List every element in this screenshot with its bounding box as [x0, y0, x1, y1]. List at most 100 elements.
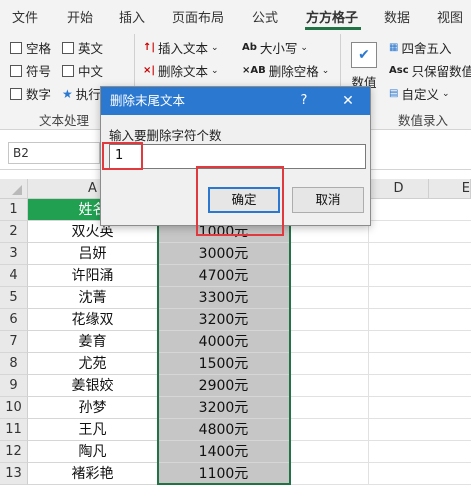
- menu-home[interactable]: 开始: [67, 7, 93, 26]
- row-header[interactable]: 9: [0, 375, 28, 397]
- row-header[interactable]: 2: [0, 221, 28, 243]
- cell-empty[interactable]: [289, 397, 369, 419]
- row-header[interactable]: 6: [0, 309, 28, 331]
- case-button[interactable]: Ab 大小写 ⌄: [242, 38, 308, 57]
- cell-name[interactable]: 姜银姣: [28, 375, 158, 397]
- row-header[interactable]: 4: [0, 265, 28, 287]
- menu-page-layout[interactable]: 页面布局: [172, 7, 224, 26]
- execute-label: 执行: [75, 87, 101, 102]
- char-count-input[interactable]: 1: [109, 144, 366, 169]
- star-icon: ★: [62, 86, 73, 101]
- delete-text-button[interactable]: ×| 删除文本 ⌄: [143, 61, 219, 80]
- row-header[interactable]: 11: [0, 419, 28, 441]
- cell-empty[interactable]: [289, 441, 369, 463]
- cell-empty[interactable]: [369, 243, 471, 265]
- insert-text-button[interactable]: ↑| 插入文本 ⌄: [143, 38, 219, 57]
- cell-amount[interactable]: 4000元: [158, 331, 289, 353]
- check-chinese[interactable]: 中文: [62, 61, 103, 80]
- menu-insert[interactable]: 插入: [119, 7, 145, 26]
- cell-amount[interactable]: 2900元: [158, 375, 289, 397]
- column-header-e[interactable]: E: [429, 179, 471, 199]
- checkbox-icon: [10, 87, 22, 100]
- cell-empty[interactable]: [289, 331, 369, 353]
- delete-space-button[interactable]: ×AB 删除空格 ⌄: [242, 61, 329, 80]
- cell-name[interactable]: 许阳涌: [28, 265, 158, 287]
- row-header[interactable]: 7: [0, 331, 28, 353]
- cell-name[interactable]: 吕妍: [28, 243, 158, 265]
- cell-amount[interactable]: 3000元: [158, 243, 289, 265]
- cell-empty[interactable]: [289, 243, 369, 265]
- cell-empty[interactable]: [289, 419, 369, 441]
- check-number[interactable]: 数字: [10, 84, 51, 103]
- numeric-button[interactable]: ✔ 数值: [347, 42, 381, 91]
- cell-empty[interactable]: [369, 375, 471, 397]
- cell-amount[interactable]: 3200元: [158, 397, 289, 419]
- check-symbol[interactable]: 符号: [10, 61, 51, 80]
- menu-fangfang[interactable]: 方方格子: [306, 7, 358, 26]
- menu-formulas[interactable]: 公式: [252, 7, 278, 26]
- cell-empty[interactable]: [369, 419, 471, 441]
- cell-empty[interactable]: [369, 199, 471, 221]
- close-button[interactable]: ✕: [338, 87, 358, 115]
- name-box[interactable]: B2: [8, 142, 100, 164]
- cancel-button[interactable]: 取消: [292, 187, 364, 213]
- row-header[interactable]: 5: [0, 287, 28, 309]
- cell-empty[interactable]: [369, 397, 471, 419]
- check-english[interactable]: 英文: [62, 38, 103, 57]
- row-header[interactable]: 13: [0, 463, 28, 485]
- help-button[interactable]: ?: [298, 87, 310, 115]
- cell-empty[interactable]: [369, 331, 471, 353]
- menu-file[interactable]: 文件: [12, 7, 38, 26]
- cell-empty[interactable]: [369, 463, 471, 485]
- round-icon: ▦: [389, 42, 399, 53]
- cell-name[interactable]: 尤苑: [28, 353, 158, 375]
- custom-button[interactable]: ▤ 自定义 ⌄: [389, 84, 450, 103]
- cell-empty[interactable]: [289, 463, 369, 485]
- row-header[interactable]: 1: [0, 199, 28, 221]
- cell-empty[interactable]: [369, 221, 471, 243]
- chevron-down-icon: ⌄: [441, 88, 450, 99]
- check-space[interactable]: 空格: [10, 38, 51, 57]
- cell-empty[interactable]: [369, 309, 471, 331]
- cell-empty[interactable]: [369, 287, 471, 309]
- ok-button[interactable]: 确定: [208, 187, 280, 213]
- cell-empty[interactable]: [289, 353, 369, 375]
- cell-amount[interactable]: 1500元: [158, 353, 289, 375]
- cell-name[interactable]: 陶凡: [28, 441, 158, 463]
- row-header[interactable]: 12: [0, 441, 28, 463]
- cell-empty[interactable]: [369, 441, 471, 463]
- cell-name[interactable]: 姜育: [28, 331, 158, 353]
- cell-empty[interactable]: [289, 287, 369, 309]
- cell-amount[interactable]: 3300元: [158, 287, 289, 309]
- cell-name[interactable]: 花缘双: [28, 309, 158, 331]
- row-header[interactable]: 8: [0, 353, 28, 375]
- cell-amount[interactable]: 1100元: [158, 463, 289, 485]
- menu-data[interactable]: 数据: [384, 7, 410, 26]
- cell-amount[interactable]: 1400元: [158, 441, 289, 463]
- cell-empty[interactable]: [289, 265, 369, 287]
- group-label-numeric: 数值录入: [398, 113, 449, 128]
- check-english-label: 英文: [78, 41, 104, 56]
- cell-empty[interactable]: [369, 265, 471, 287]
- cell-amount[interactable]: 4700元: [158, 265, 289, 287]
- row-header[interactable]: 10: [0, 397, 28, 419]
- cell-empty[interactable]: [289, 375, 369, 397]
- cell-empty[interactable]: [289, 309, 369, 331]
- select-all-corner[interactable]: [0, 179, 28, 199]
- cell-name[interactable]: 褚彩艳: [28, 463, 158, 485]
- cell-amount[interactable]: 3200元: [158, 309, 289, 331]
- row-header[interactable]: 3: [0, 243, 28, 265]
- delete-text-label: 删除文本: [158, 64, 209, 79]
- cell-amount[interactable]: 4800元: [158, 419, 289, 441]
- execute-button[interactable]: ★ 执行: [62, 84, 101, 103]
- delete-text-icon: ×|: [143, 65, 156, 76]
- cell-name[interactable]: 沈菁: [28, 287, 158, 309]
- keep-numeric-button[interactable]: Asc 只保留数值: [389, 61, 471, 80]
- menu-view[interactable]: 视图: [437, 7, 463, 26]
- cell-empty[interactable]: [369, 353, 471, 375]
- cell-name[interactable]: 王凡: [28, 419, 158, 441]
- column-header-d[interactable]: D: [369, 179, 429, 199]
- checkmark-doc-icon: ✔: [351, 42, 377, 68]
- round-button[interactable]: ▦ 四舍五入: [389, 38, 451, 57]
- cell-name[interactable]: 孙梦: [28, 397, 158, 419]
